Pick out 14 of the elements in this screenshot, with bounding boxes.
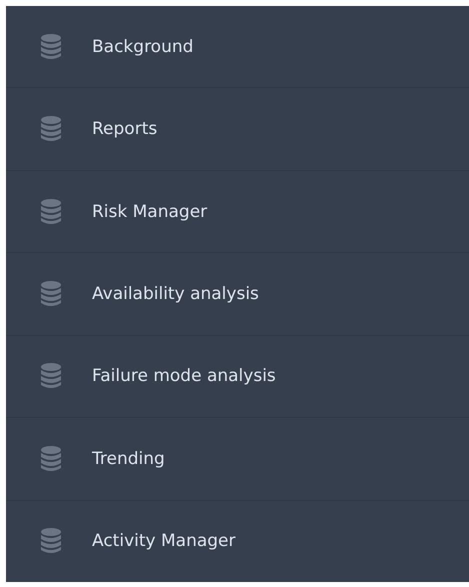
menu-item[interactable]: Activity Manager xyxy=(6,500,469,582)
database-icon xyxy=(40,116,62,142)
menu-item[interactable]: Risk Manager xyxy=(6,170,469,252)
database-icon xyxy=(40,363,62,390)
menu-item[interactable]: Trending xyxy=(6,417,469,500)
menu-item[interactable]: Availability analysis xyxy=(6,252,469,335)
database-icon xyxy=(40,528,62,554)
menu-item[interactable]: Failure mode analysis xyxy=(6,334,469,418)
database-icon xyxy=(40,280,62,307)
menu-item[interactable]: Background xyxy=(6,6,469,88)
menu-item[interactable]: Reports xyxy=(6,87,469,170)
database-icon xyxy=(40,34,62,60)
database-icon xyxy=(40,446,62,472)
database-icon xyxy=(40,198,62,225)
